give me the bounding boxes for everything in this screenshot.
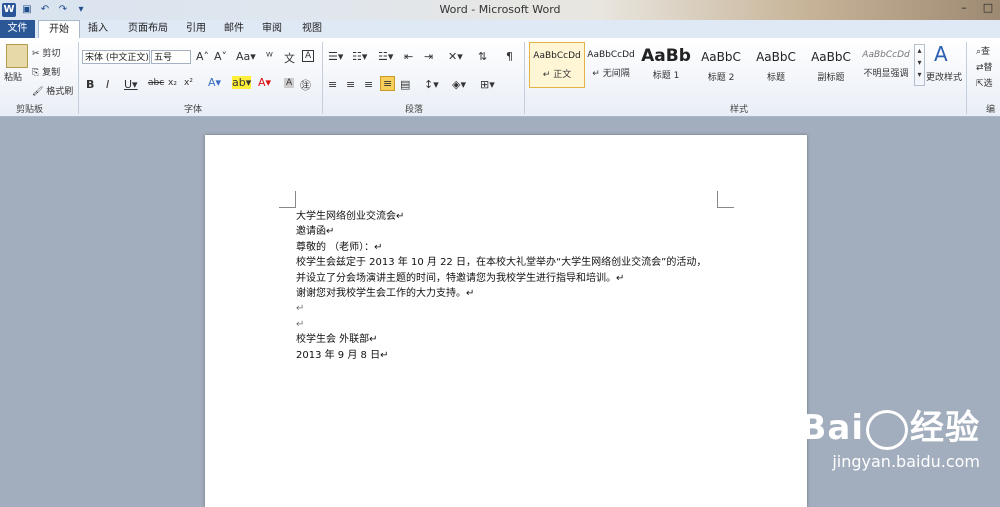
character-shading-icon[interactable]: A [284,78,295,88]
margin-corner-marker [279,191,296,208]
paragraph-group-label: 段落 [405,105,424,115]
doc-line: 谢谢您对我校学生会工作的大力支持。↵ [296,287,475,299]
numbering-icon[interactable]: ☷▾ [352,50,367,63]
tab-review[interactable]: 审阅 [254,20,290,38]
tab-view[interactable]: 视图 [294,20,330,38]
tab-home[interactable]: 开始 [38,20,80,39]
tab-file[interactable]: 文件 [0,20,35,38]
phonetic-guide-icon[interactable]: 文 [284,50,295,66]
sort-icon[interactable]: ⇅ [478,50,487,63]
align-center-icon[interactable]: ≡ [346,78,355,91]
bold-icon[interactable]: B [86,78,94,91]
styles-group-label: 样式 [730,105,749,115]
character-border-icon[interactable]: A [302,50,315,62]
doc-line: 校学生会兹定于 2013 年 10 月 22 日，在本校大礼堂举办“大学生网络创… [296,257,707,269]
font-group-label: 字体 [184,105,203,115]
find-button[interactable]: ⌕查 [976,44,990,57]
baidu-watermark: Bai 经验 jingyan.baidu.com [800,408,980,471]
margin-corner-marker [717,191,734,208]
style-heading-2[interactable]: AaBbC 标题 2 [694,42,748,86]
copy-icon: ⎘ [32,68,43,78]
minimize-button[interactable]: – [952,0,976,18]
replace-button[interactable]: ⇄替 [976,60,993,73]
copy-button[interactable]: ⎘ 复制 [32,65,60,78]
style-subtitle[interactable]: AaBbC 副标题 [804,42,858,86]
align-left-icon[interactable]: ≡ [328,78,337,91]
strikethrough-icon[interactable]: abc [148,78,164,88]
font-name-select[interactable]: 宋体 (中文正文) [82,50,150,64]
shading-icon[interactable]: ◈▾ [452,78,466,91]
editing-group-label: 编 [986,105,996,115]
change-styles-icon[interactable]: A [934,42,948,66]
doc-line: ↵ [296,303,305,315]
clipboard-group-label: 剪贴板 [16,105,44,115]
subscript-icon[interactable]: x₂ [168,78,177,88]
font-color-icon[interactable]: A▾ [258,76,271,89]
distributed-icon[interactable]: ▤ [400,78,410,91]
ribbon-tabs: 文件 开始 插入 页面布局 引用 邮件 审阅 视图 [0,20,1000,39]
underline-icon[interactable]: U▾ [124,78,138,91]
tab-mailings[interactable]: 邮件 [216,20,252,38]
style-normal[interactable]: AaBbCcDd ↵ 正文 [529,42,585,88]
window-title: Word - Microsoft Word [439,3,561,16]
select-icon: ⇱ [976,79,984,89]
group-separator [966,42,967,114]
change-styles-button[interactable]: 更改样式 [926,70,962,83]
format-painter-button[interactable]: 🖌 格式刷 [32,84,73,97]
document-body[interactable]: 大学生网络创业交流会↵ 邀请函↵ 尊敬的 （老师）：↵ 校学生会兹定于 2013… [296,209,706,363]
group-separator [524,42,525,114]
justify-icon[interactable]: ≡ [380,76,396,91]
line-spacing-icon[interactable]: ↕▾ [424,78,439,91]
cut-button[interactable]: ✂ 剪切 [32,46,60,59]
paste-button[interactable]: 粘贴 [4,70,22,83]
brush-icon: 🖌 [32,87,47,97]
doc-line: 大学生网络创业交流会↵ [296,211,405,222]
group-separator [322,42,323,114]
italic-icon[interactable]: I [106,78,109,91]
decrease-indent-icon[interactable]: ⇤ [404,50,413,63]
doc-line: 校学生会 外联部↵ [296,334,378,346]
scissors-icon: ✂ [32,49,43,59]
text-effects-icon[interactable]: A▾ [208,76,221,89]
doc-line: 邀请函↵ [296,226,335,238]
document-page[interactable]: 大学生网络创业交流会↵ 邀请函↵ 尊敬的 （老师）：↵ 校学生会兹定于 2013… [205,135,807,507]
doc-line: 并设立了分会场演讲主题的时间，特邀请您为我校学生进行指导和培训。↵ [296,272,625,284]
replace-icon: ⇄ [976,63,984,73]
tab-references[interactable]: 引用 [178,20,214,38]
grow-font-icon[interactable]: A˄ [196,50,209,63]
chinese-layout-icon[interactable]: ✕▾ [448,50,463,63]
tab-page-layout[interactable]: 页面布局 [120,20,176,38]
multilevel-list-icon[interactable]: ☳▾ [378,50,393,63]
style-title[interactable]: AaBbC 标题 [749,42,803,86]
select-button[interactable]: ⇱选 [976,76,993,89]
paw-icon [866,409,908,450]
increase-indent-icon[interactable]: ⇥ [424,50,433,63]
bullets-icon[interactable]: ☰▾ [328,50,343,63]
enclose-characters-icon[interactable]: ㊟ [300,77,311,93]
group-separator [78,42,79,114]
align-right-icon[interactable]: ≡ [364,78,373,91]
change-case-icon[interactable]: Aa▾ [236,50,256,63]
font-size-select[interactable]: 五号 [151,50,191,64]
doc-line: ↵ [296,318,305,330]
ribbon: 粘贴 ✂ 剪切 ⎘ 复制 🖌 格式刷 剪贴板 宋体 (中文正文) 五号 A˄ A… [0,38,1000,117]
style-subtle-emphasis[interactable]: AaBbCcDd 不明显强调 [859,42,913,86]
paste-icon[interactable] [6,44,28,68]
styles-scroll-icon[interactable]: ▴ ▾ ▾ [914,44,925,86]
highlight-icon[interactable]: ab▾ [232,76,252,89]
title-bar: W ▣ ↶ ↷ ▾ Word - Microsoft Word – □ [0,0,1000,20]
borders-icon[interactable]: ⊞▾ [480,78,495,91]
clear-formatting-icon[interactable]: ᵂ [266,50,273,63]
shrink-font-icon[interactable]: A˅ [214,50,227,63]
show-marks-icon[interactable]: ¶ [506,50,513,63]
doc-line: 尊敬的 （老师）：↵ [296,241,383,253]
style-no-spacing[interactable]: AaBbCcDd ↵ 无间隔 [584,42,638,86]
superscript-icon[interactable]: x² [184,78,193,88]
doc-line: 2013 年 9 月 8 日↵ [296,349,389,361]
tab-insert[interactable]: 插入 [80,20,116,38]
style-heading-1[interactable]: AaBb 标题 1 [639,42,693,86]
maximize-button[interactable]: □ [976,0,1000,18]
